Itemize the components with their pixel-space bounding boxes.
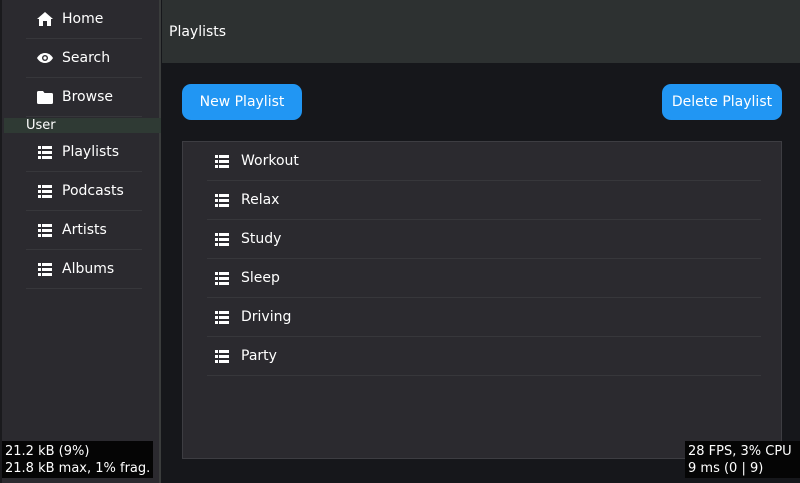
list-item-sleep[interactable]: Sleep [207, 259, 761, 298]
render-time-text: 9 ms (0 | 9) [688, 461, 764, 476]
sidebar: Home Search Browse User Playlists Podcas… [0, 0, 161, 483]
sidebar-item-albums[interactable]: Albums [26, 250, 142, 289]
home-icon [36, 11, 54, 27]
list-icon [215, 310, 231, 324]
list-icon [215, 232, 231, 246]
list-item-driving[interactable]: Driving [207, 298, 761, 337]
page-header: Playlists [162, 0, 800, 63]
sidebar-item-label: Home [62, 11, 104, 27]
sidebar-item-label: Browse [62, 89, 113, 105]
sidebar-item-label: Artists [62, 222, 107, 238]
list-icon [36, 144, 54, 160]
fps-cpu-text: 28 FPS, 3% CPU [688, 444, 792, 459]
sidebar-section-user: User [4, 118, 161, 133]
memory-max-text: 21.8 kB max, 1% frag. [5, 461, 151, 476]
list-item-relax[interactable]: Relax [207, 181, 761, 220]
list-item-party[interactable]: Party [207, 337, 761, 376]
list-icon [36, 222, 54, 238]
list-item-label: Driving [241, 309, 292, 325]
app-window: Home Search Browse User Playlists Podcas… [0, 0, 800, 483]
list-icon [215, 349, 231, 363]
sidebar-item-label: Podcasts [62, 183, 124, 199]
sidebar-item-browse[interactable]: Browse [26, 78, 142, 117]
eye-icon [36, 50, 54, 66]
list-item-label: Party [241, 348, 277, 364]
page-title: Playlists [169, 23, 227, 40]
list-icon [36, 183, 54, 199]
memory-monitor: 21.2 kB (9%) 21.8 kB max, 1% frag. [2, 441, 153, 478]
folder-icon [36, 89, 54, 105]
performance-monitor: 28 FPS, 3% CPU 9 ms (0 | 9) [685, 441, 800, 478]
sidebar-item-label: Albums [62, 261, 115, 277]
list-item-study[interactable]: Study [207, 220, 761, 259]
new-playlist-button[interactable]: New Playlist [182, 84, 302, 120]
list-icon [215, 154, 231, 168]
list-icon [215, 271, 231, 285]
sidebar-item-podcasts[interactable]: Podcasts [26, 172, 142, 211]
sidebar-item-label: Playlists [62, 144, 120, 160]
sidebar-item-search[interactable]: Search [26, 39, 142, 78]
list-item-label: Workout [241, 153, 299, 169]
list-item-label: Relax [241, 192, 280, 208]
list-icon [215, 193, 231, 207]
sidebar-item-artists[interactable]: Artists [26, 211, 142, 250]
delete-playlist-button[interactable]: Delete Playlist [662, 84, 782, 120]
memory-usage-text: 21.2 kB (9%) [5, 444, 90, 459]
sidebar-item-label: Search [62, 50, 111, 66]
list-item-label: Sleep [241, 270, 280, 286]
sidebar-item-playlists[interactable]: Playlists [26, 133, 142, 172]
playlist-list: Workout Relax Study Sleep Driving Party [182, 141, 782, 459]
list-item-workout[interactable]: Workout [207, 142, 761, 181]
sidebar-item-home[interactable]: Home [26, 0, 142, 39]
list-icon [36, 261, 54, 277]
list-item-label: Study [241, 231, 282, 247]
